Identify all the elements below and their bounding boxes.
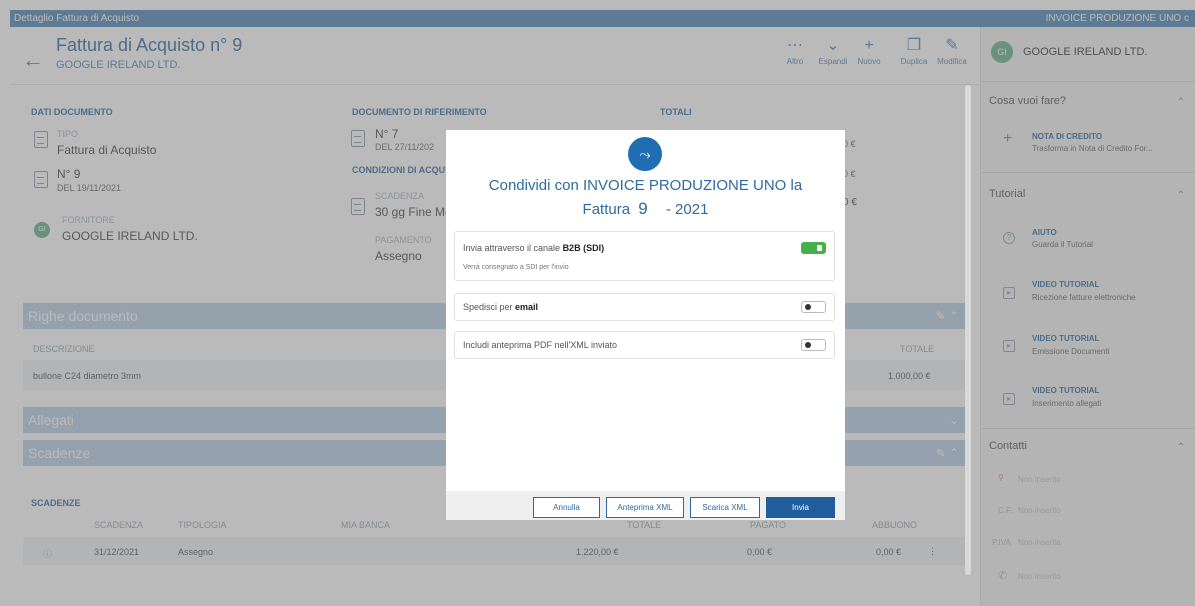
download-xml-button[interactable]: Scarica XML bbox=[690, 497, 760, 518]
dialog-doc-year: - 2021 bbox=[665, 201, 709, 218]
option-sdi-label: Invia attraverso il canale B2B (SDI) bbox=[463, 243, 605, 253]
option-sdi[interactable]: Invia attraverso il canale B2B (SDI) Ver… bbox=[454, 231, 835, 281]
share-dialog: ⤳ Condividi con INVOICE PRODUZIONE UNO l… bbox=[446, 130, 845, 520]
dialog-footer: Annulla Anteprima XML Scarica XML Invia bbox=[446, 491, 845, 520]
pdf-toggle[interactable] bbox=[801, 339, 826, 351]
option-email[interactable]: Spedisci per email bbox=[454, 293, 835, 321]
send-button[interactable]: Invia bbox=[766, 497, 835, 518]
option-sdi-sub: Verrà consegnato a SDI per l'invio bbox=[463, 264, 569, 271]
dialog-doc-type: Fattura bbox=[582, 201, 631, 218]
email-toggle[interactable] bbox=[801, 301, 826, 313]
sdi-toggle[interactable] bbox=[801, 242, 826, 254]
preview-xml-button[interactable]: Anteprima XML bbox=[606, 497, 684, 518]
dialog-doc-number: 9 bbox=[638, 199, 648, 218]
scrollbar[interactable] bbox=[965, 85, 971, 575]
option-email-label: Spedisci per email bbox=[463, 302, 539, 312]
option-pdf[interactable]: Includi anteprima PDF nell'XML inviato bbox=[454, 331, 835, 359]
cancel-button[interactable]: Annulla bbox=[533, 497, 600, 518]
dialog-title: Condividi con INVOICE PRODUZIONE UNO la bbox=[488, 177, 803, 194]
share-icon: ⤳ bbox=[628, 137, 662, 171]
dialog-subtitle: Fattura 9 - 2021 bbox=[446, 199, 845, 219]
option-pdf-label: Includi anteprima PDF nell'XML inviato bbox=[463, 340, 617, 350]
